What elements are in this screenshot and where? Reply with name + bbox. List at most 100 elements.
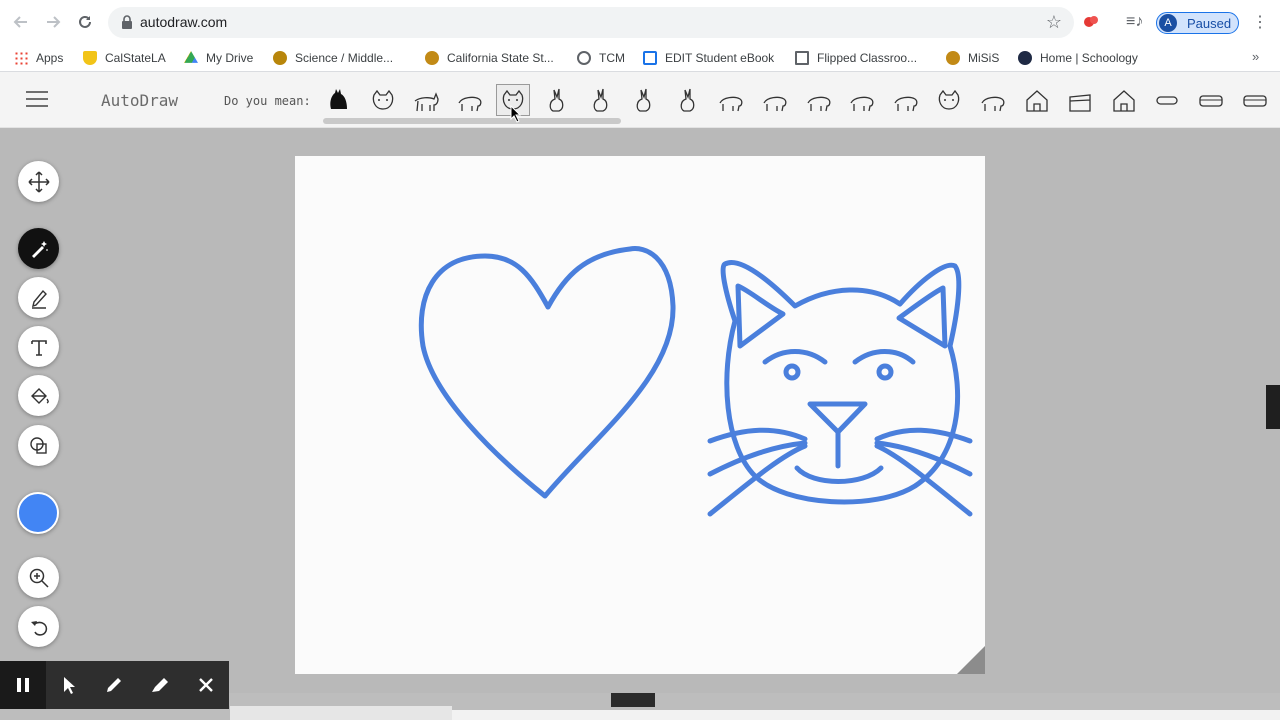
bookmark-misis[interactable]: MiSiS bbox=[946, 47, 999, 69]
cat-face-icon bbox=[372, 89, 393, 110]
forward-arrow-icon[interactable] bbox=[42, 11, 64, 33]
recorder-highlighter-button[interactable] bbox=[137, 661, 183, 709]
house-3d-icon bbox=[1113, 90, 1135, 112]
recorder-pointer-button[interactable] bbox=[46, 661, 92, 709]
suggestion-hippo[interactable] bbox=[802, 84, 836, 116]
bookmarks-bar: Apps CalStateLA My Drive Science / Middl… bbox=[0, 44, 1280, 72]
suggestion-bus[interactable] bbox=[1194, 84, 1228, 116]
shield-icon bbox=[83, 51, 97, 65]
suggestion-cat-walking[interactable] bbox=[409, 84, 443, 116]
magic-pen-icon bbox=[31, 240, 48, 258]
suggestion-rabbit[interactable] bbox=[627, 84, 661, 116]
suggestion-elephant[interactable] bbox=[976, 84, 1010, 116]
google-drive-icon bbox=[184, 51, 198, 63]
suggestion-building[interactable] bbox=[1063, 84, 1097, 116]
bookmark-science-middle[interactable]: Science / Middle... bbox=[273, 47, 393, 69]
suggestion-cat-side[interactable] bbox=[453, 84, 487, 116]
site-favicon bbox=[946, 51, 960, 65]
cat-face-drawing bbox=[707, 260, 973, 517]
suggestion-horse[interactable] bbox=[889, 84, 923, 116]
page-scrollbar-thumb[interactable] bbox=[1266, 385, 1280, 429]
bookmark-apps[interactable]: Apps bbox=[14, 47, 63, 69]
suggestion-house[interactable] bbox=[1020, 84, 1054, 116]
suggestion-rabbit-standing[interactable] bbox=[671, 84, 705, 116]
move-tool-button[interactable] bbox=[18, 161, 59, 202]
bookmark-label: MiSiS bbox=[968, 51, 1000, 65]
suggestion-cat-face[interactable] bbox=[366, 84, 400, 116]
bookmark-schoology[interactable]: Home | Schoology bbox=[1018, 47, 1138, 69]
suggestion-strip bbox=[322, 84, 1280, 118]
suggestion-scrollbar[interactable] bbox=[323, 118, 621, 124]
folder-icon bbox=[795, 51, 809, 65]
pill-icon bbox=[1156, 96, 1179, 105]
deer-icon bbox=[763, 96, 787, 112]
suggestion-cow-face[interactable] bbox=[932, 84, 966, 116]
suggestion-cat-silhouette[interactable] bbox=[322, 84, 356, 116]
reload-icon[interactable] bbox=[74, 11, 96, 33]
media-control-icon[interactable]: ≡♪ bbox=[1126, 13, 1143, 31]
building-icon bbox=[1069, 94, 1091, 112]
suggestion-rabbit-sitting[interactable] bbox=[584, 84, 618, 116]
recorder-pen-button[interactable] bbox=[92, 661, 138, 709]
more-bookmarks-icon[interactable]: » bbox=[1252, 49, 1259, 64]
profile-status: Paused bbox=[1187, 15, 1232, 31]
suggestion-loaf[interactable] bbox=[1238, 84, 1272, 116]
rabbit-icon bbox=[636, 88, 651, 112]
recorder-pause-button[interactable] bbox=[0, 661, 46, 709]
type-tool-button[interactable] bbox=[18, 326, 59, 367]
back-arrow-icon[interactable] bbox=[10, 11, 32, 33]
color-picker-button[interactable] bbox=[17, 492, 59, 534]
menu-icon[interactable] bbox=[26, 91, 48, 107]
ebook-icon bbox=[643, 51, 657, 65]
recorder-close-button[interactable] bbox=[183, 661, 229, 709]
address-bar[interactable]: autodraw.com ☆ bbox=[108, 7, 1074, 38]
bookmark-label: Flipped Classroo... bbox=[817, 51, 918, 65]
suggestion-pig[interactable] bbox=[714, 84, 748, 116]
pen-icon bbox=[107, 678, 122, 692]
bookmark-tcm[interactable]: TCM bbox=[577, 47, 625, 69]
suggestion-pill[interactable] bbox=[1150, 84, 1184, 116]
bookmark-star-icon[interactable]: ☆ bbox=[1046, 12, 1062, 33]
shape-tool-button[interactable] bbox=[18, 425, 59, 466]
bookmark-edit-ebook[interactable]: EDIT Student eBook bbox=[643, 47, 774, 69]
pause-icon bbox=[16, 678, 29, 692]
bus-icon bbox=[1199, 95, 1223, 107]
schoology-icon bbox=[1018, 51, 1032, 65]
pig-icon bbox=[719, 96, 743, 112]
suggestion-house-3d[interactable] bbox=[1107, 84, 1141, 116]
cat-walking-icon bbox=[414, 92, 439, 112]
undo-button[interactable] bbox=[18, 606, 59, 647]
cow-icon bbox=[850, 96, 874, 112]
autodraw-tool-button[interactable] bbox=[18, 228, 59, 269]
app-title: AutoDraw bbox=[101, 91, 179, 110]
fill-tool-button[interactable] bbox=[18, 375, 59, 416]
suggestion-cow[interactable] bbox=[845, 84, 879, 116]
canvas-resize-handle[interactable] bbox=[957, 646, 985, 674]
browser-menu-icon[interactable]: ⋮ bbox=[1252, 12, 1268, 32]
paint-bucket-icon bbox=[30, 387, 49, 404]
zoom-in-icon bbox=[29, 568, 49, 588]
site-favicon bbox=[425, 51, 439, 65]
elephant-icon bbox=[981, 96, 1005, 112]
bookmark-calstatela[interactable]: CalStateLA bbox=[83, 47, 166, 69]
browser-toolbar: autodraw.com ☆ ≡♪ A Paused ⋮ bbox=[0, 0, 1280, 44]
cat-sitting-icon bbox=[549, 88, 564, 112]
canvas-drawing bbox=[418, 246, 973, 517]
horizontal-scrollbar-thumb[interactable] bbox=[611, 693, 655, 707]
profile-button[interactable]: A Paused bbox=[1156, 12, 1239, 34]
draw-tool-button[interactable] bbox=[18, 277, 59, 318]
suggestion-cat-sitting[interactable] bbox=[540, 84, 574, 116]
extension-icon[interactable] bbox=[1083, 14, 1099, 30]
bookmark-flipped-classroom[interactable]: Flipped Classroo... bbox=[795, 47, 917, 69]
shapes-icon bbox=[29, 436, 47, 454]
zoom-tool-button[interactable] bbox=[18, 557, 59, 598]
house-icon bbox=[1025, 90, 1048, 112]
undo-icon bbox=[30, 620, 47, 636]
globe-icon bbox=[577, 51, 591, 65]
suggestion-deer[interactable] bbox=[758, 84, 792, 116]
pointer-icon bbox=[63, 677, 75, 694]
drawing-canvas[interactable] bbox=[295, 156, 985, 674]
taskbar-segment bbox=[452, 710, 1280, 720]
bookmark-my-drive[interactable]: My Drive bbox=[184, 47, 253, 69]
bookmark-california-state[interactable]: California State St... bbox=[425, 47, 554, 69]
